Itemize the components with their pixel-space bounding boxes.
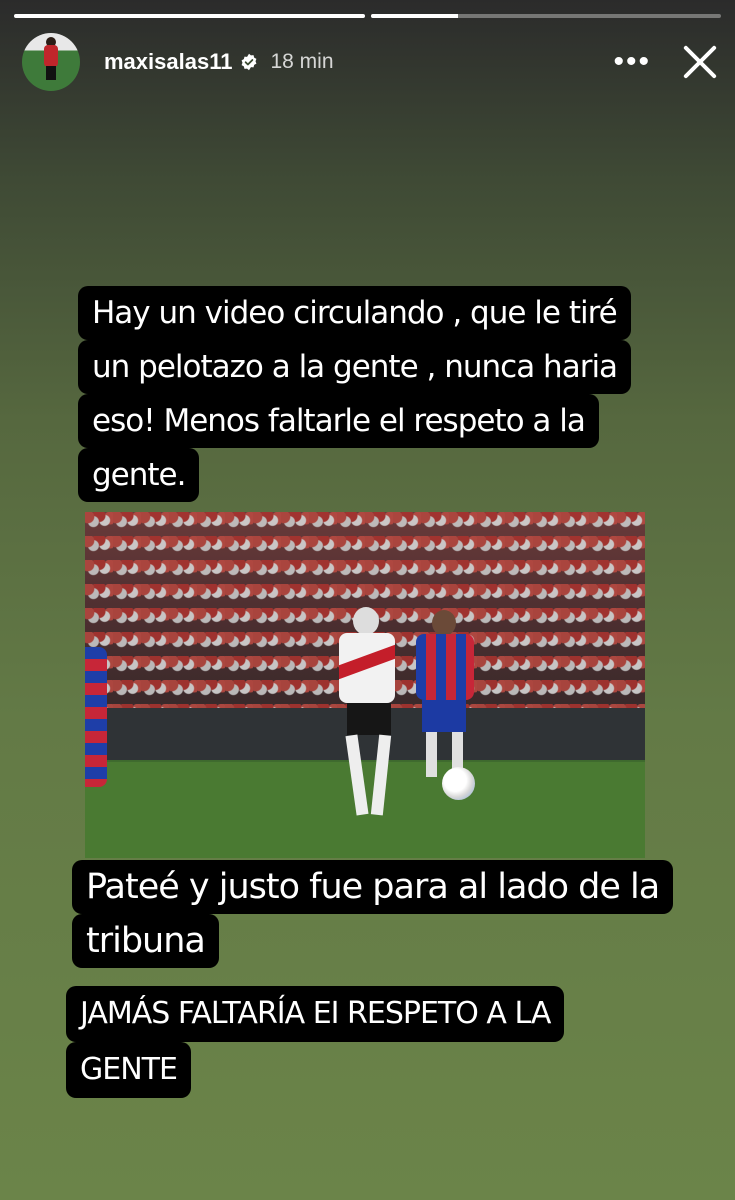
caption-line: Hay un video circulando , que le tiré (78, 286, 631, 340)
player-opponent (410, 610, 480, 780)
caption-bottom: JAMÁS FALTARÍA EI RESPETO A LA GENTE (66, 986, 565, 1098)
caption-line: un pelotazo a la gente , nunca haria (78, 340, 632, 394)
verified-badge-icon (242, 53, 257, 71)
more-options-icon[interactable]: ••• (613, 47, 651, 77)
caption-line: gente. (78, 448, 200, 502)
caption-line: Pateé y justo fue para al lado de la (72, 860, 674, 914)
caption-middle: Pateé y justo fue para al lado de la tri… (72, 860, 674, 968)
caption-line: JAMÁS FALTARÍA EI RESPETO A LA (66, 986, 565, 1042)
caption-top: Hay un video circulando , que le tiré un… (78, 286, 632, 502)
player-kicking (335, 607, 405, 822)
progress-segment-1 (14, 14, 365, 18)
player-left-edge (85, 647, 107, 787)
caption-line: eso! Menos faltarle el respeto a la (78, 394, 599, 448)
close-icon[interactable] (681, 43, 719, 81)
username[interactable]: maxisalas11 (104, 49, 232, 75)
story-header: maxisalas11 18 min ••• (22, 32, 719, 92)
post-time: 18 min (270, 50, 334, 73)
caption-line: GENTE (66, 1042, 191, 1098)
match-photo (85, 512, 645, 858)
caption-line: tribuna (72, 914, 219, 968)
progress-segment-2 (370, 14, 721, 18)
story-progress-bar (14, 14, 721, 18)
avatar[interactable] (22, 33, 80, 91)
soccer-ball (442, 767, 475, 800)
